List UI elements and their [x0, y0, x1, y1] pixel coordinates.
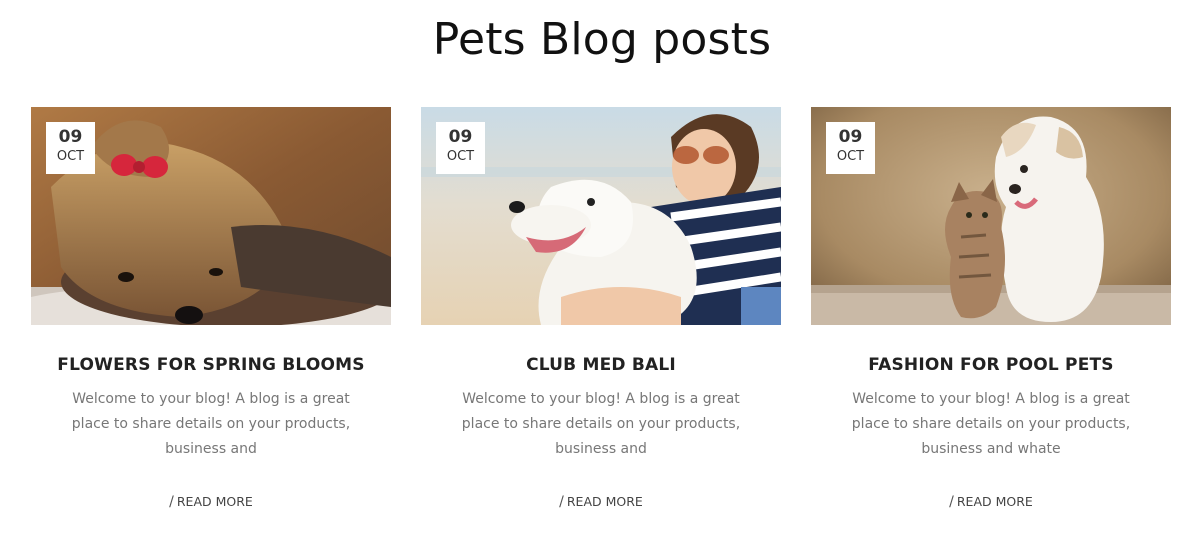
date-month: OCT: [56, 149, 85, 164]
post-title[interactable]: FASHION FOR POOL PETS: [811, 355, 1171, 375]
blog-card: 09 OCT CLUB MED BALI Welcome to your blo…: [421, 107, 781, 527]
post-excerpt: Welcome to your blog! A blog is a great …: [851, 391, 1131, 457]
date-day: 09: [448, 127, 473, 147]
post-excerpt: Welcome to your blog! A blog is a great …: [461, 391, 741, 457]
post-thumbnail[interactable]: 09 OCT: [811, 107, 1171, 325]
read-more-link[interactable]: / READ MORE: [811, 494, 1171, 510]
date-month: OCT: [446, 149, 475, 164]
date-day: 09: [838, 127, 863, 147]
read-more-label: READ MORE: [566, 494, 643, 509]
post-excerpt: Welcome to your blog! A blog is a great …: [71, 391, 351, 457]
date-badge: 09 OCT: [436, 122, 485, 174]
read-more-separator: /: [169, 494, 174, 510]
date-badge: 09 OCT: [826, 122, 875, 174]
section-title: Pets Blog posts: [432, 14, 772, 65]
post-title[interactable]: CLUB MED BALI: [421, 355, 781, 375]
read-more-label: READ MORE: [176, 494, 253, 509]
date-badge: 09 OCT: [46, 122, 95, 174]
read-more-separator: /: [559, 494, 564, 510]
blog-section: Pets Blog posts 09 OCT FLOWERS FOR SPRIN…: [0, 0, 1204, 546]
post-title[interactable]: FLOWERS FOR SPRING BLOOMS: [31, 355, 391, 375]
read-more-link[interactable]: / READ MORE: [421, 494, 781, 510]
read-more-separator: /: [949, 494, 954, 510]
blog-card: 09 OCT FLOWERS FOR SPRING BLOOMS Welcome…: [31, 107, 391, 527]
read-more-link[interactable]: / READ MORE: [31, 494, 391, 510]
post-thumbnail[interactable]: 09 OCT: [421, 107, 781, 325]
date-month: OCT: [836, 149, 865, 164]
read-more-label: READ MORE: [956, 494, 1033, 509]
blog-card: 09 OCT FASHION FOR POOL PETS Welcome to …: [811, 107, 1171, 527]
post-thumbnail[interactable]: 09 OCT: [31, 107, 391, 325]
date-day: 09: [58, 127, 83, 147]
